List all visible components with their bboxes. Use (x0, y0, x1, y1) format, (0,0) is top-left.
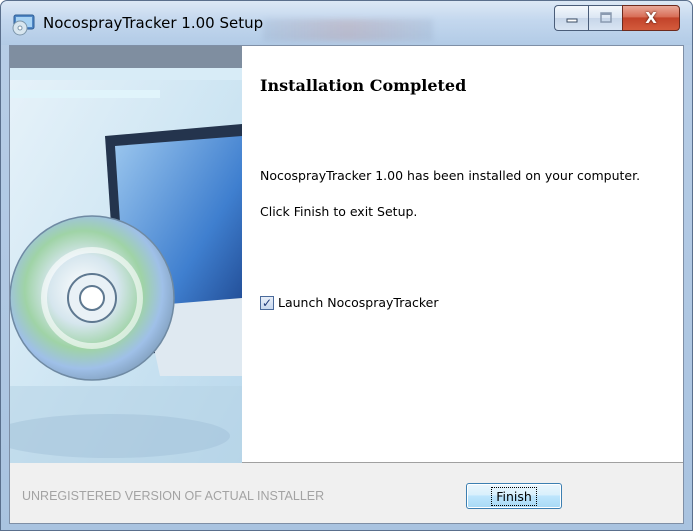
close-icon: X (645, 9, 657, 27)
window-title: NocosprayTracker 1.00 Setup (43, 14, 264, 32)
maximize-button[interactable] (588, 5, 622, 31)
launch-app-option[interactable]: ✓ Launch NocosprayTracker (260, 295, 439, 310)
close-button[interactable]: X (622, 5, 680, 31)
installer-app-icon (12, 14, 35, 36)
wizard-page: Installation Completed NocosprayTracker … (10, 46, 683, 463)
launch-checkbox-label[interactable]: Launch NocosprayTracker (278, 295, 439, 310)
installer-branding: UNREGISTERED VERSION OF ACTUAL INSTALLER (22, 489, 325, 503)
title-bar-glow (263, 19, 433, 41)
wizard-client-area: Installation Completed NocosprayTracker … (9, 45, 684, 524)
check-mark-icon: ✓ (261, 295, 273, 310)
installed-message: NocosprayTracker 1.00 has been installed… (260, 168, 641, 183)
minimize-button[interactable] (554, 5, 588, 31)
finish-button-label: Finish (491, 486, 537, 506)
exit-instruction: Click Finish to exit Setup. (260, 204, 418, 219)
finish-button[interactable]: Finish (466, 483, 562, 509)
maximize-icon (599, 12, 612, 23)
page-heading: Installation Completed (260, 76, 467, 95)
minimize-icon (566, 18, 577, 23)
cd-disc-monitor-banner (10, 46, 242, 463)
caption-buttons: X (554, 5, 680, 31)
launch-checkbox[interactable]: ✓ (260, 295, 274, 310)
setup-window: NocosprayTracker 1.00 Setup X Installati… (0, 0, 693, 531)
title-bar[interactable]: NocosprayTracker 1.00 Setup X (1, 1, 692, 45)
